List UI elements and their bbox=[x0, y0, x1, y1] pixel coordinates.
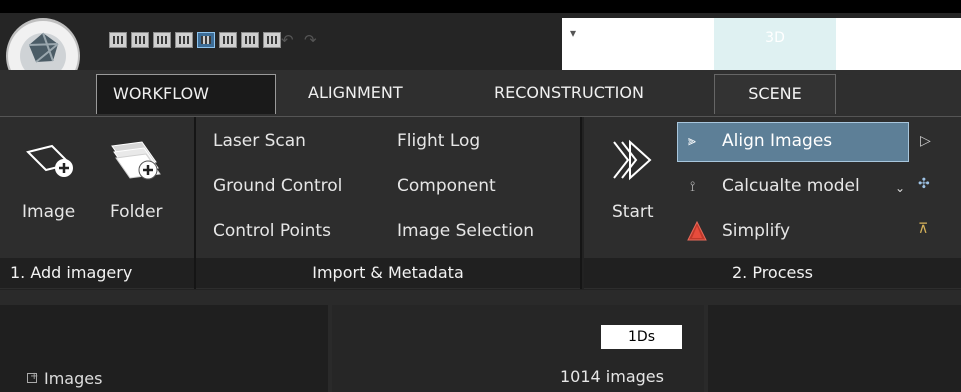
tab-scene[interactable]: SCENE bbox=[714, 74, 836, 114]
ds-badge[interactable]: 1Ds bbox=[601, 325, 682, 349]
add-folder-icon[interactable] bbox=[108, 136, 168, 192]
tab-alignment[interactable]: ALIGNMENT bbox=[292, 74, 419, 114]
start-icon[interactable] bbox=[610, 136, 658, 184]
chevron-down-icon[interactable]: ⌄ bbox=[895, 181, 905, 195]
flight-log-button[interactable]: Flight Log bbox=[397, 131, 480, 151]
view-panel bbox=[708, 305, 961, 392]
group-separator bbox=[580, 117, 582, 289]
tab-workflow[interactable]: WORKFLOW bbox=[96, 74, 276, 114]
undo-icon[interactable]: ↶ bbox=[281, 31, 294, 49]
start-button-label[interactable]: Start bbox=[612, 202, 654, 222]
layout-6-icon[interactable] bbox=[219, 32, 237, 48]
control-points-button[interactable]: Control Points bbox=[213, 221, 331, 241]
image-button-label[interactable]: Image bbox=[22, 202, 75, 222]
layout-3-icon[interactable] bbox=[153, 32, 171, 48]
group-label-add-imagery: 1. Add imagery bbox=[0, 258, 194, 288]
layout-4-icon[interactable] bbox=[175, 32, 193, 48]
tool-icon-3[interactable]: ⊼ bbox=[918, 221, 928, 237]
layout-1-icon[interactable] bbox=[109, 32, 127, 48]
layout-5-icon[interactable] bbox=[197, 32, 215, 48]
group-label-import-metadata: Import & Metadata bbox=[196, 258, 580, 288]
align-images-label: Align Images bbox=[722, 131, 833, 151]
layout-8-icon[interactable] bbox=[263, 32, 281, 48]
folder-button-label[interactable]: Folder bbox=[110, 202, 163, 222]
tool-icon-1[interactable]: ▷ bbox=[920, 133, 931, 149]
add-image-icon[interactable] bbox=[24, 134, 80, 190]
plus-icon: + bbox=[30, 371, 39, 382]
tree-item-images[interactable]: Images bbox=[44, 369, 102, 388]
image-selection-button[interactable]: Image Selection bbox=[397, 221, 534, 241]
layout-2-icon[interactable] bbox=[131, 32, 149, 48]
align-images-icon: ⫸ bbox=[688, 133, 696, 149]
simplify-button[interactable]: Simplify bbox=[722, 221, 790, 241]
quick-access-panel bbox=[562, 18, 714, 70]
tab-reconstruction[interactable]: RECONSTRUCTION bbox=[478, 74, 660, 114]
laser-scan-button[interactable]: Laser Scan bbox=[213, 131, 306, 151]
calculate-model-icon: ⟟ bbox=[690, 179, 696, 195]
image-count: 1014 images bbox=[560, 367, 664, 386]
ground-control-button[interactable]: Ground Control bbox=[213, 176, 342, 196]
layout-7-icon[interactable] bbox=[241, 32, 259, 48]
redo-icon[interactable]: ↷ bbox=[304, 31, 317, 49]
title-area bbox=[836, 18, 961, 70]
view-toggle-3d[interactable]: 3D bbox=[714, 18, 836, 70]
group-label-process: 2. Process bbox=[584, 258, 961, 288]
customize-qat-icon[interactable]: ▾ bbox=[570, 26, 576, 40]
component-button[interactable]: Component bbox=[397, 176, 496, 196]
calculate-model-button[interactable]: Calcualte model bbox=[722, 176, 860, 196]
window-top-strip bbox=[0, 0, 961, 13]
simplify-icon bbox=[686, 220, 708, 242]
tool-icon-2[interactable]: ✣ bbox=[918, 176, 930, 192]
